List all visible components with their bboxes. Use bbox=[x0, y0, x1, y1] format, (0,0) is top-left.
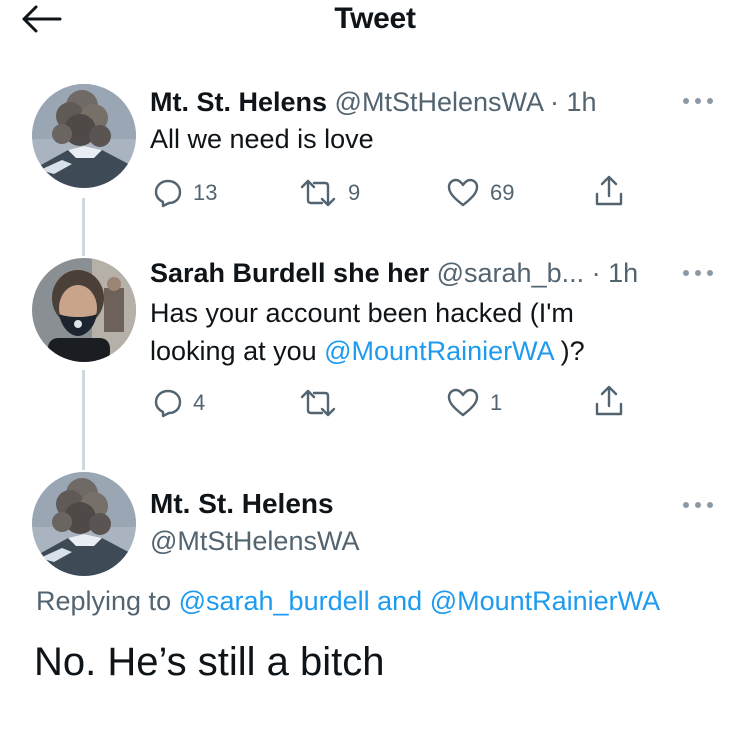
top-bar: Tweet bbox=[0, 0, 750, 40]
display-name[interactable]: Sarah Burdell she her bbox=[150, 258, 429, 288]
replying-to: Replying to @sarah_burdell and @MountRai… bbox=[36, 586, 660, 617]
share-button[interactable] bbox=[594, 174, 624, 208]
thread-connector bbox=[82, 370, 85, 470]
more-options-icon[interactable] bbox=[683, 268, 717, 278]
mention-link[interactable]: @sarah_burdell bbox=[179, 586, 370, 616]
user-handle[interactable]: @MtStHelensWA bbox=[150, 526, 359, 557]
thread-connector bbox=[82, 198, 85, 256]
retweet-button[interactable]: 9 bbox=[298, 176, 360, 210]
display-name[interactable]: Mt. St. Helens bbox=[150, 488, 334, 520]
display-name[interactable]: Mt. St. Helens bbox=[150, 87, 327, 117]
user-handle[interactable]: @sarah_b... bbox=[437, 258, 585, 288]
like-button[interactable]: 69 bbox=[446, 176, 514, 210]
like-button[interactable]: 1 bbox=[446, 386, 502, 420]
retweet-count: 9 bbox=[348, 180, 361, 205]
timestamp[interactable]: · 1h bbox=[550, 87, 597, 117]
timestamp[interactable]: · 1h bbox=[592, 258, 639, 288]
reply-button[interactable]: 13 bbox=[153, 176, 217, 210]
retweet-icon bbox=[300, 179, 336, 207]
tweet-text-part: )? bbox=[553, 336, 585, 366]
avatar[interactable] bbox=[32, 84, 136, 188]
avatar[interactable] bbox=[32, 258, 136, 362]
user-handle[interactable]: @MtStHelensWA bbox=[335, 87, 543, 117]
reply-icon bbox=[154, 389, 182, 418]
reply-count: 13 bbox=[193, 180, 218, 205]
tweet-header: Mt. St. Helens @MtStHelensWA · 1h bbox=[150, 87, 597, 118]
tweet-header: Sarah Burdell she her @sarah_b... · 1h bbox=[150, 258, 638, 289]
share-button[interactable] bbox=[594, 384, 624, 418]
share-icon bbox=[595, 385, 623, 416]
more-options-icon[interactable] bbox=[683, 96, 717, 106]
mention-link[interactable]: @MountRainierWA bbox=[430, 586, 660, 616]
share-icon bbox=[595, 175, 623, 206]
reply-button[interactable]: 4 bbox=[153, 386, 205, 420]
page-title: Tweet bbox=[334, 2, 416, 35]
retweet-button[interactable] bbox=[298, 386, 338, 420]
tweet-text: All we need is love bbox=[150, 124, 374, 154]
more-options-icon[interactable] bbox=[683, 500, 717, 510]
retweet-icon bbox=[300, 389, 336, 417]
mention-link[interactable]: @MountRainierWA bbox=[324, 336, 553, 366]
like-count: 1 bbox=[490, 390, 503, 415]
like-count: 69 bbox=[490, 180, 515, 205]
heart-icon bbox=[447, 178, 479, 207]
avatar[interactable] bbox=[32, 472, 136, 576]
tweet-text: Has your account been hacked (I'm lookin… bbox=[150, 294, 650, 370]
reply-icon bbox=[154, 179, 182, 208]
replying-label: Replying to bbox=[36, 586, 179, 616]
replying-and: and bbox=[369, 586, 430, 616]
reply-count: 4 bbox=[193, 390, 206, 415]
heart-icon bbox=[447, 388, 479, 417]
tweet-text: No. He’s still a bitch bbox=[34, 640, 385, 684]
